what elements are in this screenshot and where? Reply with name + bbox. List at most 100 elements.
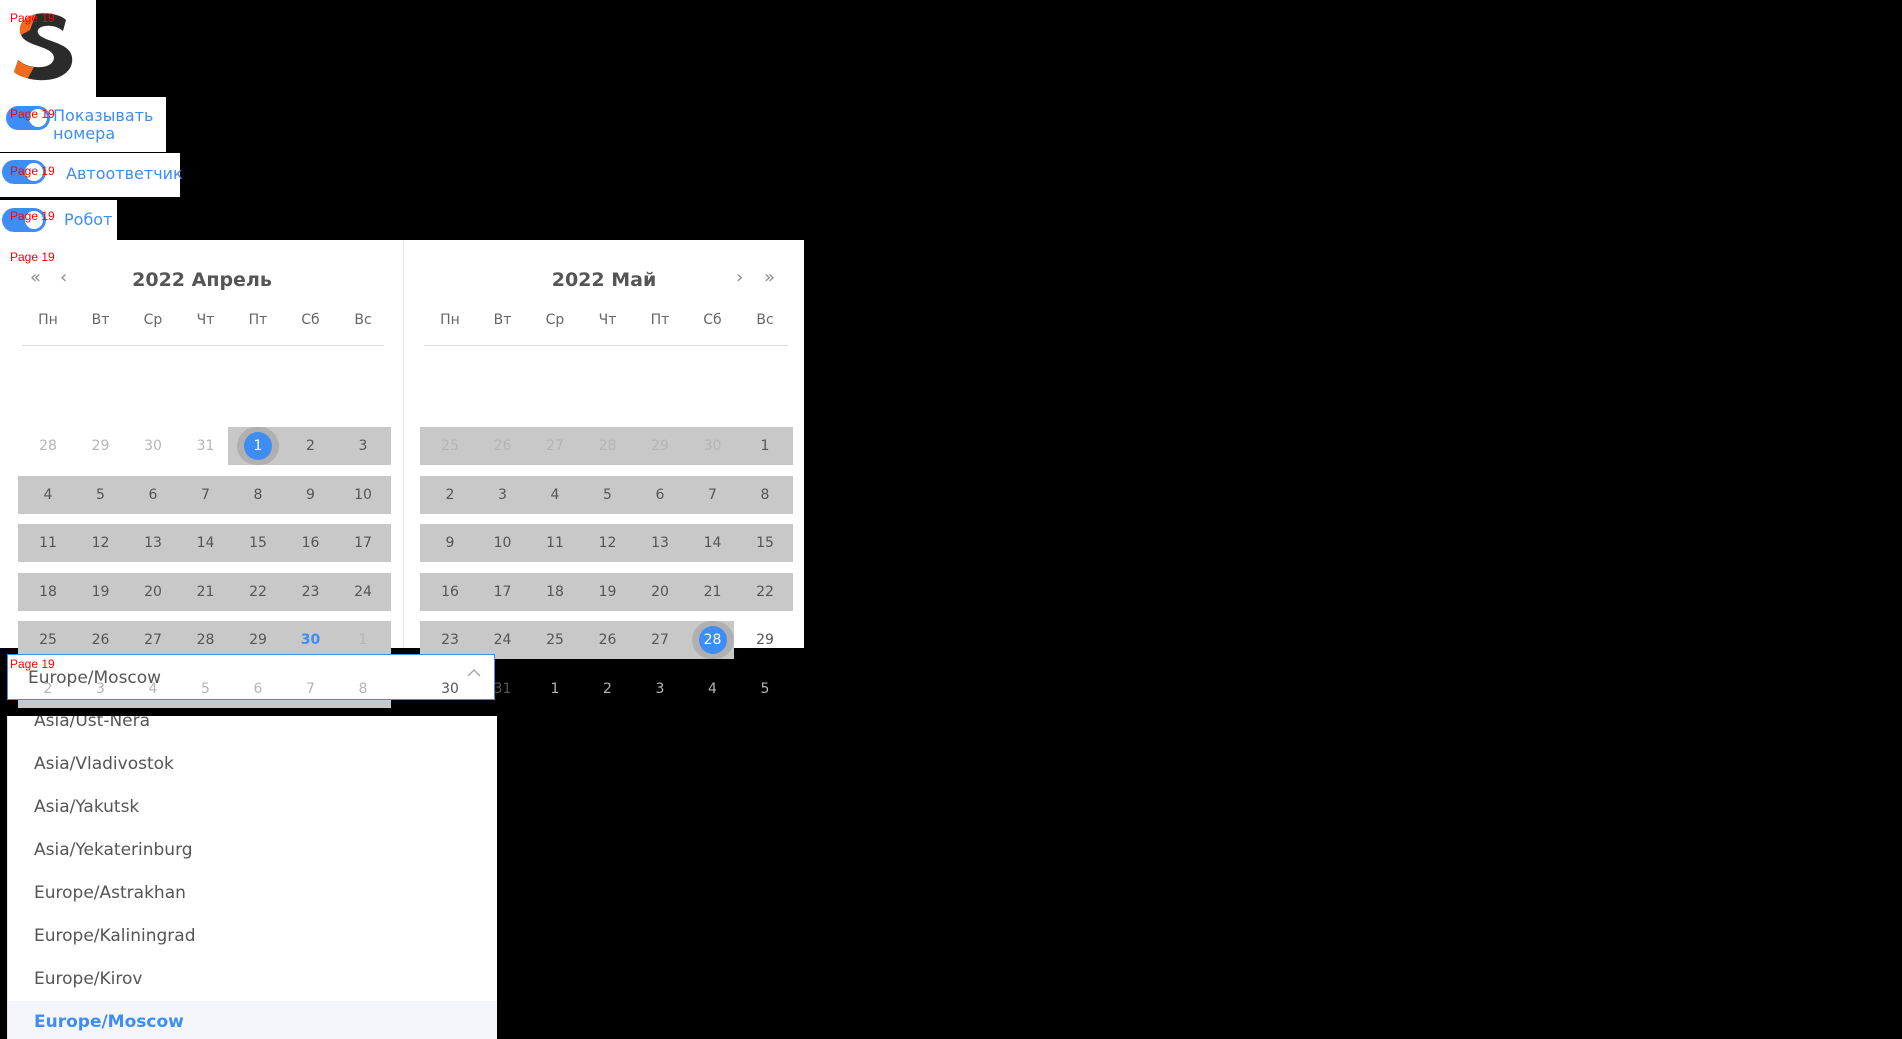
calendar-day[interactable]: 22 <box>232 573 284 611</box>
calendar-day[interactable]: 31 <box>180 427 232 465</box>
calendar-day-number: 11 <box>39 535 57 551</box>
calendar-day[interactable]: 8 <box>232 476 284 514</box>
calendar-day[interactable]: 27 <box>529 427 581 465</box>
calendar-day[interactable]: 26 <box>477 427 529 465</box>
calendar-day[interactable]: 17 <box>337 524 389 562</box>
calendar-day[interactable]: 1 <box>529 670 581 708</box>
calendar-day[interactable]: 21 <box>687 573 739 611</box>
timezone-select[interactable]: Europe/Moscow Page 19 <box>7 654 495 700</box>
calendar-day[interactable]: 12 <box>582 524 634 562</box>
calendar-day-number: 27 <box>144 632 162 648</box>
calendar-day[interactable]: 28 <box>582 427 634 465</box>
calendar-day[interactable]: 6 <box>634 476 686 514</box>
timezone-option[interactable]: Asia/Yekaterinburg <box>8 829 497 871</box>
calendar-day[interactable]: 14 <box>687 524 739 562</box>
prev-month-icon[interactable]: ‹ <box>60 268 67 288</box>
calendar-day[interactable]: 2 <box>424 476 476 514</box>
calendar-day-number: 5 <box>201 681 210 697</box>
calendar-day[interactable]: 1 <box>739 427 791 465</box>
calendar-day[interactable]: 28 <box>687 621 739 659</box>
calendar-day[interactable]: 4 <box>529 476 581 514</box>
calendar-day[interactable]: 30 <box>687 427 739 465</box>
calendar-day[interactable]: 30 <box>127 427 179 465</box>
calendar-day[interactable]: 17 <box>477 573 529 611</box>
calendar-day[interactable]: 16 <box>424 573 476 611</box>
timezone-option[interactable]: Europe/Kirov <box>8 958 497 1000</box>
next-year-icon[interactable]: » <box>764 268 775 288</box>
calendar-day[interactable]: 20 <box>634 573 686 611</box>
timezone-option[interactable]: Asia/Vladivostok <box>8 743 497 785</box>
calendar-day-number: 19 <box>598 584 617 600</box>
calendar-day[interactable]: 25 <box>424 427 476 465</box>
calendar-day[interactable]: 9 <box>424 524 476 562</box>
calendar-day[interactable]: 24 <box>337 573 389 611</box>
toggle-row-robot[interactable]: Робот Page 19 <box>0 200 117 240</box>
calendar-day[interactable]: 6 <box>127 476 179 514</box>
calendar-day[interactable]: 2 <box>582 670 634 708</box>
calendar-day[interactable]: 19 <box>75 573 127 611</box>
calendar-day[interactable]: 3 <box>634 670 686 708</box>
calendar-day[interactable]: 4 <box>22 476 74 514</box>
calendar-day[interactable]: 21 <box>180 573 232 611</box>
calendar-day[interactable]: 22 <box>739 573 791 611</box>
calendar-day[interactable]: 9 <box>285 476 337 514</box>
calendar-day-number: 21 <box>703 584 722 600</box>
calendar-day[interactable]: 19 <box>582 573 634 611</box>
calendar-day-number: 18 <box>39 584 57 600</box>
calendar-day[interactable]: 15 <box>739 524 791 562</box>
calendar-day[interactable]: 3 <box>337 427 389 465</box>
calendar-day[interactable]: 3 <box>477 476 529 514</box>
calendar-day[interactable]: 29 <box>739 621 791 659</box>
calendar-day[interactable]: 27 <box>634 621 686 659</box>
calendar-day[interactable]: 5 <box>739 670 791 708</box>
calendar-day[interactable]: 29 <box>634 427 686 465</box>
calendar-day-number: 3 <box>655 681 665 697</box>
calendar-day[interactable]: 11 <box>22 524 74 562</box>
calendar-day-number: 6 <box>148 487 158 503</box>
logo-card: Page 19 <box>0 0 96 97</box>
calendar-day-number: 4 <box>550 487 560 503</box>
prev-year-icon[interactable]: « <box>30 268 41 288</box>
calendar-day[interactable]: 5 <box>582 476 634 514</box>
calendar-day[interactable]: 13 <box>634 524 686 562</box>
calendar-day[interactable]: 1 <box>232 427 284 465</box>
show-numbers-label: Показывать номера <box>53 107 153 143</box>
calendar-day[interactable]: 25 <box>529 621 581 659</box>
weekday-label: Чт <box>598 312 617 328</box>
weekday-label: Вт <box>91 312 110 328</box>
calendar-day[interactable]: 18 <box>529 573 581 611</box>
calendar-day[interactable]: 20 <box>127 573 179 611</box>
calendar-day[interactable]: 10 <box>477 524 529 562</box>
calendar-day[interactable]: 4 <box>687 670 739 708</box>
calendar-day[interactable]: 14 <box>180 524 232 562</box>
calendar-day-number: 26 <box>598 632 617 648</box>
calendar-day[interactable]: 2 <box>285 427 337 465</box>
calendar-title-right: 2022 Май <box>551 269 657 291</box>
calendar-day[interactable]: 5 <box>75 476 127 514</box>
calendar-day-number: 2 <box>306 438 315 454</box>
next-month-icon[interactable]: › <box>736 268 743 288</box>
calendar-day[interactable]: 15 <box>232 524 284 562</box>
calendar-day[interactable]: 23 <box>285 573 337 611</box>
toggle-row-autoresponder[interactable]: Автоответчик Page 19 <box>0 153 183 197</box>
calendar-day[interactable]: 28 <box>22 427 74 465</box>
calendar-day[interactable]: 13 <box>127 524 179 562</box>
timezone-option[interactable]: Asia/Yakutsk <box>8 786 497 828</box>
calendar-day[interactable]: 7 <box>687 476 739 514</box>
calendar-day[interactable]: 16 <box>285 524 337 562</box>
timezone-option[interactable]: Europe/Astrakhan <box>8 872 497 914</box>
calendar-day[interactable]: 7 <box>180 476 232 514</box>
calendar-day[interactable]: 11 <box>529 524 581 562</box>
timezone-option[interactable]: Europe/Moscow <box>8 1001 497 1039</box>
timezone-option[interactable]: Asia/Ust-Nera <box>8 716 497 742</box>
calendar-day[interactable]: 12 <box>75 524 127 562</box>
calendar-day[interactable]: 8 <box>739 476 791 514</box>
calendar-day[interactable]: 29 <box>75 427 127 465</box>
calendar-day[interactable]: 18 <box>22 573 74 611</box>
toggle-row-show-numbers[interactable]: Показывать номера Page 19 <box>0 97 166 152</box>
calendar-day[interactable]: 10 <box>337 476 389 514</box>
calendar-day[interactable]: 26 <box>582 621 634 659</box>
calendar-day-number: 3 <box>498 487 507 503</box>
timezone-option[interactable]: Europe/Kaliningrad <box>8 915 497 957</box>
robot-label: Робот <box>64 210 113 229</box>
